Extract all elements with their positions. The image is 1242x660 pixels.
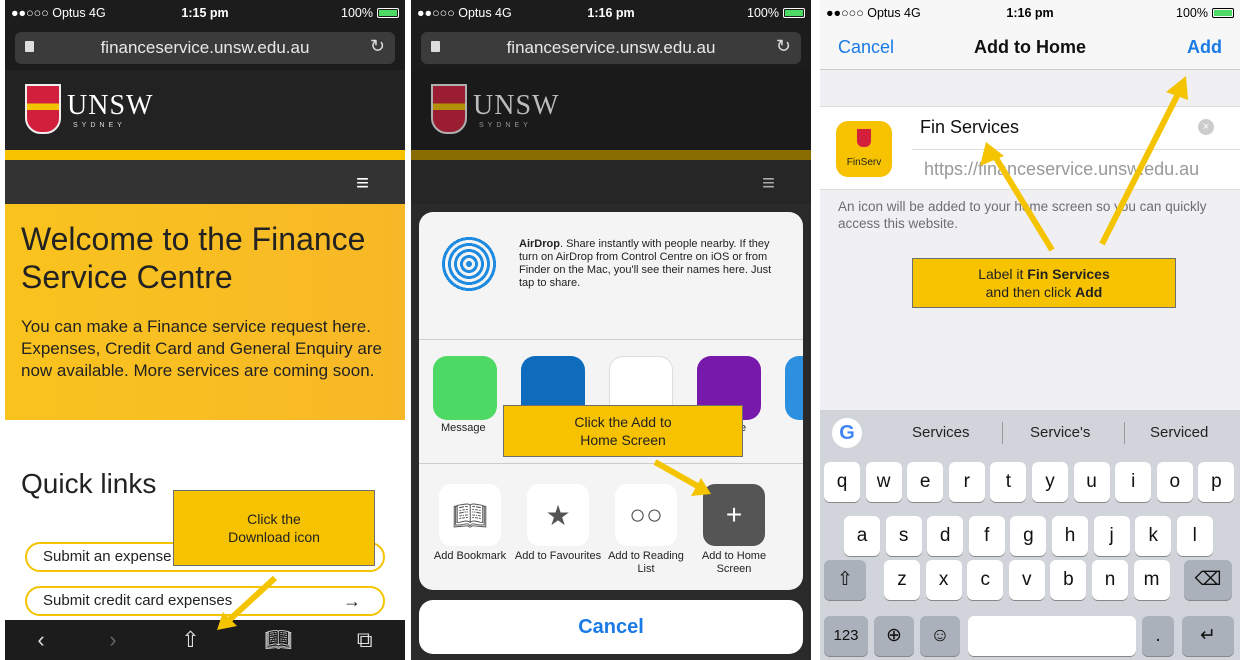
- panel-share-sheet: ●●○○○ Optus 4G 1:16 pm 100% financeservi…: [411, 0, 811, 660]
- suggestion[interactable]: Service's: [1030, 424, 1090, 441]
- key-r[interactable]: r: [948, 462, 985, 502]
- key-m[interactable]: m: [1133, 560, 1170, 600]
- key-l[interactable]: l: [1176, 516, 1213, 556]
- key-q[interactable]: q: [824, 462, 860, 502]
- key-c[interactable]: c: [967, 560, 1004, 600]
- key-h[interactable]: h: [1052, 516, 1088, 556]
- key-k[interactable]: k: [1135, 516, 1172, 556]
- key-i[interactable]: i: [1115, 462, 1152, 502]
- keyboard: G Services Service's Serviced qwertyuiop…: [820, 410, 1240, 660]
- suggestion[interactable]: Services: [912, 424, 970, 441]
- key-n[interactable]: n: [1092, 560, 1128, 600]
- key-a[interactable]: a: [844, 516, 880, 556]
- arrow-annotation: [653, 459, 711, 496]
- key-y[interactable]: y: [1032, 462, 1068, 502]
- period-key[interactable]: .: [1142, 616, 1174, 656]
- key-b[interactable]: b: [1050, 560, 1087, 600]
- key-g[interactable]: g: [1010, 516, 1047, 556]
- numbers-key[interactable]: 123: [824, 616, 868, 656]
- emoji-icon[interactable]: ☺: [920, 616, 960, 656]
- arrow-annotation: [217, 575, 278, 630]
- key-d[interactable]: d: [927, 516, 964, 556]
- key-w[interactable]: w: [865, 462, 902, 502]
- google-icon[interactable]: G: [832, 418, 862, 448]
- divider: [1002, 422, 1003, 444]
- panel-finance-site: ●●○○○ Optus 4G 1:15 pm 100% financeservi…: [5, 0, 405, 660]
- key-t[interactable]: t: [990, 462, 1027, 502]
- space-bar[interactable]: [968, 616, 1136, 656]
- key-e[interactable]: e: [907, 462, 944, 502]
- globe-icon[interactable]: ⊕: [874, 616, 914, 656]
- key-z[interactable]: z: [884, 560, 920, 600]
- suggestion[interactable]: Serviced: [1150, 424, 1208, 441]
- panel-add-to-home: ●●○○○ Optus 4G 1:16 pm 100% Cancel Add t…: [820, 0, 1240, 660]
- key-p[interactable]: p: [1198, 462, 1235, 502]
- key-v[interactable]: v: [1008, 560, 1045, 600]
- return-icon[interactable]: ↵: [1182, 616, 1234, 656]
- key-f[interactable]: f: [968, 516, 1005, 556]
- key-x[interactable]: x: [925, 560, 962, 600]
- key-o[interactable]: o: [1156, 462, 1193, 502]
- divider: [1124, 422, 1125, 444]
- key-s[interactable]: s: [885, 516, 922, 556]
- shift-icon[interactable]: ⇧: [824, 560, 866, 600]
- suggestion-bar: G Services Service's Serviced: [820, 410, 1240, 456]
- key-u[interactable]: u: [1073, 462, 1110, 502]
- key-j[interactable]: j: [1093, 516, 1130, 556]
- backspace-icon[interactable]: ⌫: [1184, 560, 1232, 600]
